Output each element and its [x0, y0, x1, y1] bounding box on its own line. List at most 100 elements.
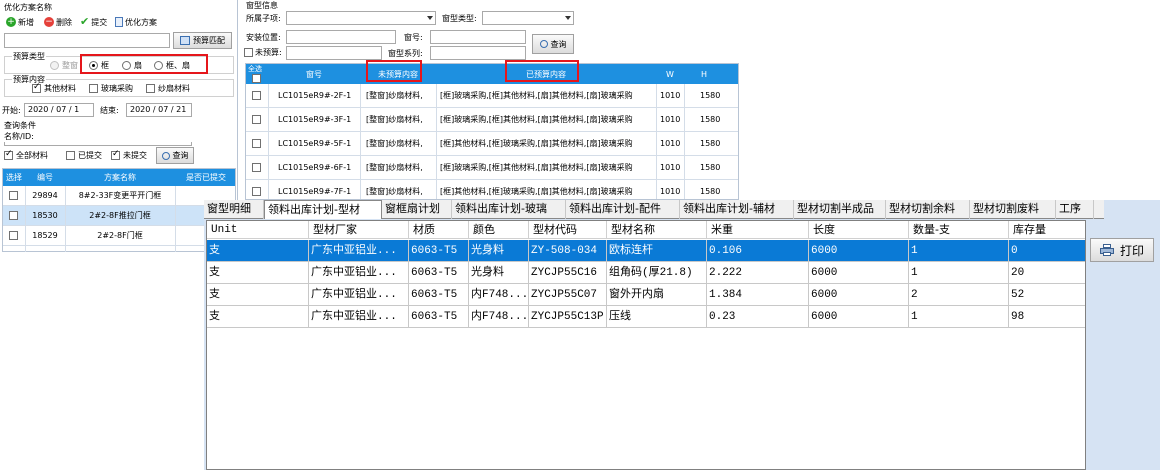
budget-type-radio-whole[interactable] [50, 61, 59, 70]
right-panel-title: 窗型信息 [246, 1, 278, 10]
col-divider [656, 84, 657, 199]
tab-auxiliary-outbound[interactable]: 领料出库计划-辅材 [680, 200, 794, 219]
cell-meter-weight: 0.23 [707, 306, 809, 328]
cell-manufacturer: 广东中亚铝业... [309, 284, 409, 306]
tab-frame-sash-plan[interactable]: 窗框扇计划 [382, 200, 452, 219]
table-row[interactable]: LC1015eR9#-6F-1 [整窗]纱扇材料, [框]玻璃采购,[框]其他材… [246, 156, 738, 180]
budget-type-label: 预算类型 [12, 51, 46, 62]
table-row[interactable]: LC1015eR9#-5F-1 [整窗]纱扇材料, [框]其他材料,[框]玻璃采… [246, 132, 738, 156]
row-select-checkbox[interactable] [252, 115, 261, 124]
plan-col-id: 编号 [37, 173, 53, 182]
col-meter-weight: 米重 [707, 221, 809, 239]
budgeted-header-highlight [505, 60, 579, 82]
width-value: 1010 [660, 139, 681, 148]
name-id-input[interactable] [4, 142, 192, 146]
col-unit: Unit [207, 221, 309, 239]
width-value: 1010 [660, 115, 681, 124]
tab-cut-semi-finished[interactable]: 型材切割半成品 [794, 200, 886, 219]
width-value: 1010 [660, 91, 681, 100]
table-row[interactable]: LC1015eR9#-3F-1 [整窗]纱扇材料, [框]玻璃采购,[框]其他材… [246, 108, 738, 132]
cell-color: 光身料 [469, 240, 529, 262]
select-all-checkbox[interactable] [252, 74, 261, 83]
table-row[interactable]: LC1015eR9#-2F-1 [整窗]纱扇材料, [框]玻璃采购,[框]其他材… [246, 84, 738, 108]
bottom-panel: 窗型明细 领料出库计划-型材 窗框扇计划 领料出库计划-玻璃 领料出库计划-配件… [204, 200, 1160, 470]
row-select-checkbox[interactable] [252, 139, 261, 148]
plan-name-input[interactable] [4, 33, 170, 48]
col-divider [175, 186, 176, 252]
left-query-button[interactable]: 查询 [156, 147, 194, 164]
end-date-input[interactable]: 2020 / 07 / 21 [126, 103, 192, 117]
delete-button[interactable]: − 删除 [44, 16, 72, 28]
row-select-checkbox[interactable] [9, 191, 18, 200]
table-row[interactable]: 29894 8#2-33F变更平开门框 [3, 186, 235, 206]
budget-type-highlight [80, 54, 208, 74]
unsubmitted-label: 未提交 [123, 151, 147, 160]
row-select-checkbox[interactable] [252, 91, 261, 100]
other-materials-label: 其他材料 [44, 84, 76, 93]
tab-accessory-outbound[interactable]: 领料出库计划-配件 [566, 200, 680, 219]
unsubmitted-checkbox[interactable] [111, 149, 120, 160]
select-all-header[interactable]: 全选 [246, 64, 268, 84]
unbudgeted-label: 未预算: [255, 48, 282, 57]
glass-purchase-checkbox[interactable] [89, 84, 98, 93]
optimize-button[interactable]: 优化方案 [115, 16, 157, 28]
row-select-checkbox[interactable] [252, 187, 261, 196]
table-row[interactable]: 支 广东中亚铝业... 6063-T5 光身料 ZY-508-034 欧标连杆 … [207, 240, 1085, 262]
window-table-body: LC1015eR9#-2F-1 [整窗]纱扇材料, [框]玻璃采购,[框]其他材… [246, 84, 738, 199]
window-series-input[interactable] [430, 46, 526, 60]
start-date-input[interactable]: 2020 / 07 / 1 [24, 103, 94, 117]
table-row[interactable]: 18530 2#2-8F推拉门框 [3, 206, 235, 226]
row-select-checkbox[interactable] [9, 211, 18, 220]
submit-button[interactable]: ✔ 提交 [80, 16, 107, 28]
row-select-checkbox[interactable] [252, 163, 261, 172]
tab-profile-outbound[interactable]: 领料出库计划-型材 [264, 200, 382, 219]
unbudgeted-checkbox[interactable] [244, 48, 253, 57]
install-pos-input[interactable] [286, 30, 396, 44]
budget-match-button[interactable]: 预算匹配 [173, 32, 232, 49]
col-divider [436, 84, 437, 199]
all-materials-checkbox[interactable] [4, 149, 13, 160]
print-button[interactable]: 打印 [1090, 238, 1154, 262]
table-row[interactable]: 支 广东中亚铝业... 6063-T5 内F748... ZYCJP55C13P… [207, 306, 1085, 328]
budgeted-content: [框]其他材料,[框]玻璃采购,[扇]其他材料,[扇]玻璃采购 [440, 139, 633, 148]
plan-id: 18530 [32, 211, 58, 220]
cell-length: 6000 [809, 262, 909, 284]
col-material: 材质 [409, 221, 469, 239]
table-row[interactable]: 支 广东中亚铝业... 6063-T5 光身料 ZYCJP55C16 组角码(厚… [207, 262, 1085, 284]
tab-glass-outbound[interactable]: 领料出库计划-玻璃 [452, 200, 566, 219]
plan-table: 选择 编号 方案名称 是否已提交 29894 8#2-33F变更平开门框 185… [2, 168, 236, 252]
screen-materials-label: 纱扇材料 [158, 84, 190, 93]
unbudgeted-input[interactable] [286, 46, 382, 60]
cell-profile-name: 窗外开内扇 [607, 284, 707, 306]
table-row[interactable]: LC1015eR9#-7F-1 [整窗]纱扇材料, [框]其他材料,[框]玻璃采… [246, 180, 738, 199]
end-date-label: 结束: [100, 106, 119, 115]
screen-materials-checkbox[interactable] [146, 84, 155, 93]
col-window-no: 窗号 [306, 69, 322, 79]
window-type-select[interactable] [482, 11, 574, 25]
table-row[interactable]: 18529 2#2-8F门框 [3, 226, 235, 246]
submitted-checkbox[interactable] [66, 151, 75, 160]
match-icon [180, 36, 190, 45]
tab-cut-remnant[interactable]: 型材切割余料 [886, 200, 970, 219]
sub-item-select[interactable] [286, 11, 436, 25]
plan-id: 18529 [32, 231, 58, 240]
row-select-checkbox[interactable] [9, 231, 18, 240]
cell-stock: 20 [1011, 267, 1025, 279]
height-value: 1580 [700, 187, 721, 196]
tab-process[interactable]: 工序 [1056, 200, 1094, 219]
plan-table-header: 选择 编号 方案名称 是否已提交 [3, 169, 235, 186]
new-button[interactable]: + 新增 [6, 16, 34, 28]
other-materials-checkbox[interactable] [32, 82, 41, 93]
window-no-input[interactable] [430, 30, 526, 44]
right-query-button[interactable]: 查询 [532, 34, 574, 54]
cell-length: 6000 [809, 306, 909, 328]
tab-cut-scrap[interactable]: 型材切割废料 [970, 200, 1056, 219]
glass-purchase-label: 玻璃采购 [101, 84, 133, 93]
table-row[interactable]: 支 广东中亚铝业... 6063-T5 内F748... ZYCJP55C07 … [207, 284, 1085, 306]
unbudgeted-content: [整窗]纱扇材料, [366, 187, 423, 196]
tab-window-detail[interactable]: 窗型明细 [204, 200, 264, 219]
cell-material: 6063-T5 [409, 262, 469, 284]
height-value: 1580 [700, 163, 721, 172]
name-id-label: 名称/ID: [4, 132, 34, 141]
document-icon [115, 17, 123, 27]
